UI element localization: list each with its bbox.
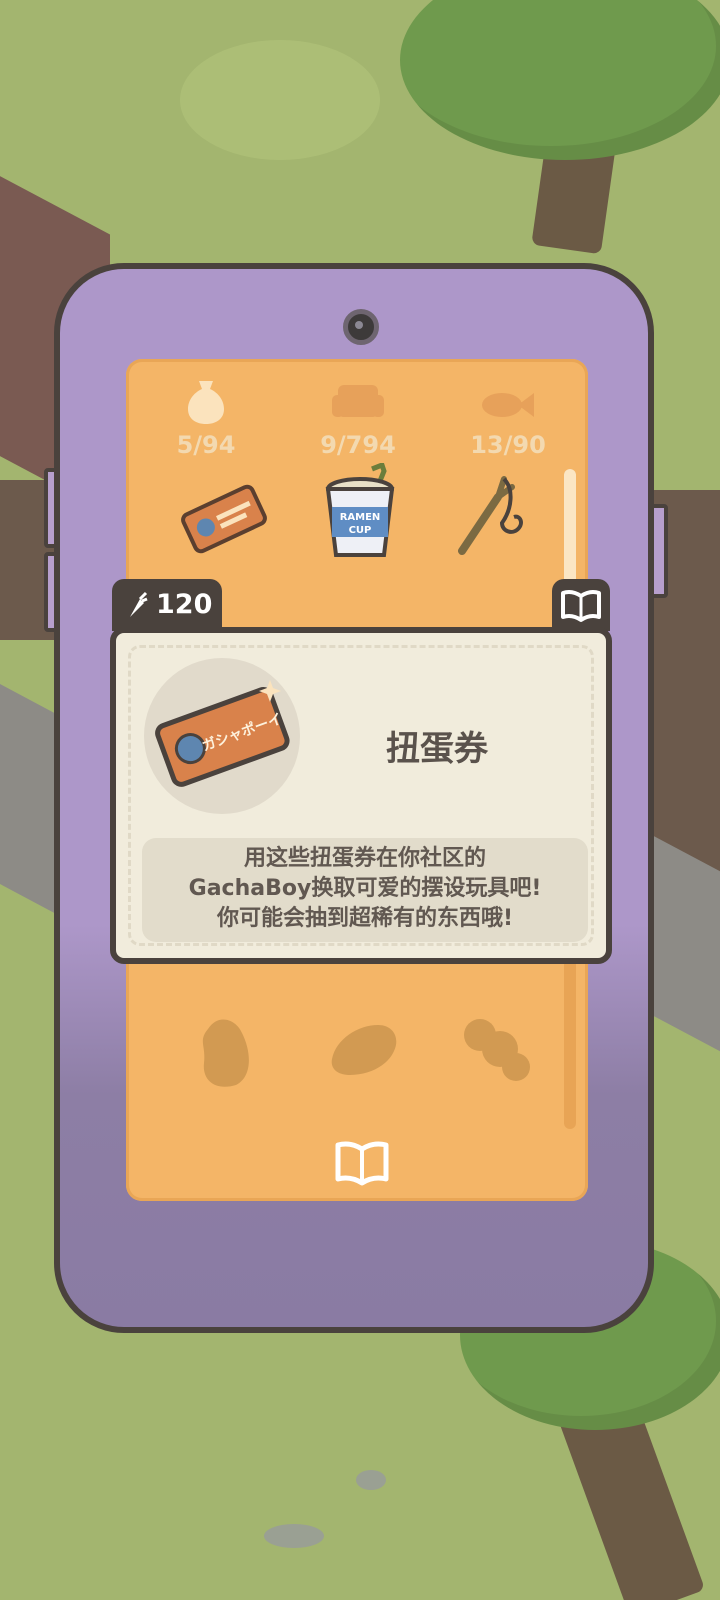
ramen-label: CUP xyxy=(349,525,372,536)
fish-icon xyxy=(482,393,534,417)
carrot-count: 120 xyxy=(156,589,213,620)
stat-fish[interactable]: 13/90 xyxy=(448,379,568,459)
item-title: 扭蛋券 xyxy=(386,729,488,769)
stat-value: 13/90 xyxy=(470,431,546,459)
grass-patch xyxy=(180,40,380,160)
description-line: 你可能会抽到超稀有的东西哦! xyxy=(216,906,514,931)
locked-item-icon[interactable] xyxy=(178,999,278,1099)
item-detail-popup: ガシャポーイ 扭蛋券 用这些扭蛋券在你社区的 GachaBoy换取可爱的摆设玩具… xyxy=(110,627,612,964)
carrot-icon xyxy=(130,591,148,617)
book-icon[interactable] xyxy=(334,1139,390,1187)
item-description: 用这些扭蛋券在你社区的 GachaBoy换取可爱的摆设玩具吧! 你可能会抽到超稀… xyxy=(142,838,588,942)
item-portrait: ガシャポーイ xyxy=(144,658,300,814)
gacha-ticket-icon: ガシャポーイ xyxy=(155,680,290,787)
stat-furniture[interactable]: 9/794 xyxy=(298,379,418,459)
sack-icon xyxy=(188,381,224,424)
description-line: 用这些扭蛋券在你社区的 xyxy=(243,846,486,871)
stat-furniture-bags[interactable]: 5/94 xyxy=(146,379,266,459)
stone-path xyxy=(0,684,60,916)
rock xyxy=(356,1470,386,1490)
book-tab[interactable] xyxy=(552,579,610,631)
carrot-counter: 120 xyxy=(112,579,222,631)
description-line: GachaBoy换取可爱的摆设玩具吧! xyxy=(188,876,542,901)
ramen-cup-icon[interactable]: RAMEN CUP xyxy=(310,461,410,563)
slingshot-icon[interactable] xyxy=(442,467,542,567)
stat-value: 9/794 xyxy=(320,431,396,459)
ramen-label: RAMEN xyxy=(340,512,381,523)
locked-item-icon[interactable] xyxy=(446,999,546,1099)
camera-icon xyxy=(343,309,379,345)
book-icon xyxy=(561,590,601,622)
tree-crown xyxy=(400,0,720,160)
locked-item-icon[interactable] xyxy=(314,999,414,1099)
stat-value: 5/94 xyxy=(176,431,236,459)
gacha-ticket-icon[interactable] xyxy=(174,469,274,569)
rock xyxy=(264,1524,324,1548)
sofa-icon xyxy=(332,385,384,417)
